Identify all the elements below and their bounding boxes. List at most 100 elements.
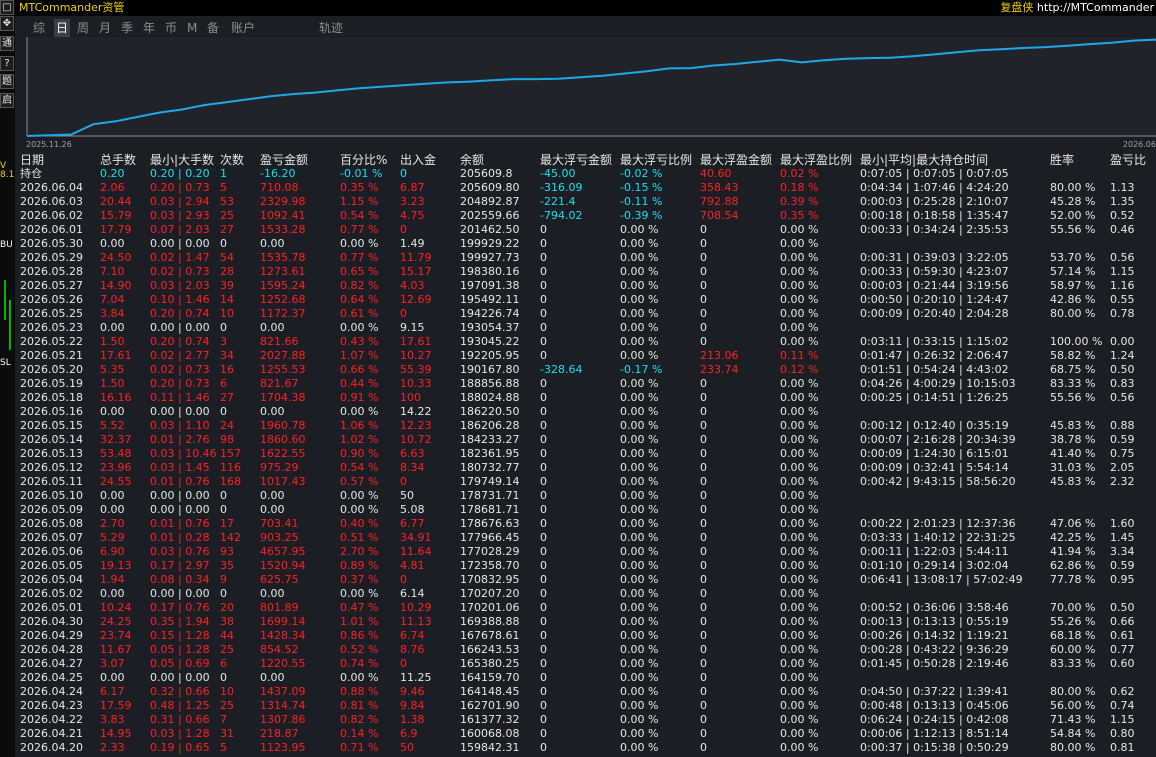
cell-balance: 184233.27 [460,433,520,446]
cell-win: 45.83 % [1050,475,1096,488]
table-row[interactable]: 2026.05.15 5.52 0.03 | 1.10 24 1960.78 1.06 %… [15,419,1156,433]
table-row[interactable]: 2026.05.28 7.10 0.02 | 0.73 28 1273.61 0.65 %… [15,265,1156,279]
table-row[interactable]: 持仓 0.20 0.20 | 0.20 1 -16.20 -0.01 % 0 205609.8… [15,167,1156,181]
table-row[interactable]: 2026.04.21 14.95 0.03 | 1.28 31 218.87 0.14 %… [15,727,1156,741]
tab-9[interactable]: 账户 [231,19,259,37]
help-icon[interactable]: ? [0,56,14,71]
table-row[interactable]: 2026.05.06 6.90 0.03 | 0.76 93 4657.95 2.70 %… [15,545,1156,559]
table-row[interactable]: 2026.05.23 0.00 0.00 | 0.00 0 0.00 0.00 % 9.15… [15,321,1156,335]
column-header[interactable]: 日期 [20,153,44,167]
tab-5[interactable]: 年 [143,19,157,37]
tab-2[interactable]: 周 [77,19,91,37]
cell-pct: 1.15 % [340,195,379,208]
table-row[interactable]: 2026.05.10 0.00 0.00 | 0.00 0 0.00 0.00 % 50 17… [15,489,1156,503]
table-row[interactable]: 2026.04.29 23.74 0.15 | 1.28 44 1428.34 0.86 … [15,629,1156,643]
column-header[interactable]: 盈亏比 [1110,153,1146,167]
move-icon[interactable]: ✥ [0,16,14,31]
table-row[interactable]: 2026.04.25 0.00 0.00 | 0.00 0 0.00 0.00 % 11.2… [15,671,1156,685]
cell-count: 17 [220,517,234,530]
column-header[interactable]: 最小|大手数 [150,153,214,167]
table-row[interactable]: 2026.05.30 0.00 0.00 | 0.00 0 0.00 0.00 % 1.49… [15,237,1156,251]
table-row[interactable]: 2026.05.16 0.00 0.00 | 0.00 0 0.00 0.00 % 14.2… [15,405,1156,419]
table-row[interactable]: 2026.05.12 23.96 0.03 | 1.45 116 975.29 0.54 … [15,461,1156,475]
table-row[interactable]: 2026.06.01 17.79 0.07 | 2.03 27 1533.28 0.77 … [15,223,1156,237]
tool-button-3[interactable]: 启 [0,93,14,108]
column-header[interactable]: 百分比% [340,153,387,167]
column-header[interactable]: 最大浮亏金额 [540,153,612,167]
cell-flow: 11.13 [400,615,432,628]
table-row[interactable]: 2026.05.08 2.70 0.01 | 0.76 17 703.41 0.40 % 6… [15,517,1156,531]
table-row[interactable]: 2026.05.02 0.00 0.00 | 0.00 0 0.00 0.00 % 6.14… [15,587,1156,601]
table-row[interactable]: 2026.05.07 5.29 0.01 | 0.28 142 903.25 0.51 %… [15,531,1156,545]
cell-flow: 0 [400,307,407,320]
table-row[interactable]: 2026.05.01 10.24 0.17 | 0.76 20 801.89 0.47 %… [15,601,1156,615]
cell-lots: 10.24 [100,601,132,614]
cell-fl_amt: 0 [540,531,547,544]
cell-count: 27 [220,391,234,404]
table-row[interactable]: 2026.05.22 1.50 0.20 | 0.74 3 821.66 0.43 % 17… [15,335,1156,349]
table-row[interactable]: 2026.05.26 7.04 0.10 | 1.46 14 1252.68 0.64 %… [15,293,1156,307]
table-row[interactable]: 2026.05.11 24.55 0.01 | 0.76 168 1017.43 0.57… [15,475,1156,489]
column-header[interactable]: 次数 [220,153,244,167]
cell-lots: 24.55 [100,475,132,488]
cell-fp_pct: 0.00 % [780,265,819,278]
cell-pct: -0.01 % [340,167,383,180]
table-row[interactable]: 2026.04.27 3.07 0.05 | 0.69 6 1220.55 0.74 % 0… [15,657,1156,671]
table-row[interactable]: 2026.05.05 19.13 0.17 | 2.97 35 1520.94 0.89 … [15,559,1156,573]
tab-7[interactable]: M [187,19,201,37]
column-header[interactable]: 盈亏金额 [260,153,308,167]
tool-button-1[interactable]: 通 [0,36,14,51]
column-header[interactable]: 最大浮盈比例 [780,153,852,167]
cell-balance: 164148.45 [460,685,520,698]
column-header[interactable]: 余额 [460,153,484,167]
column-header[interactable]: 最大浮盈金额 [700,153,772,167]
table-row[interactable]: 2026.06.02 15.79 0.03 | 2.93 25 1092.41 0.54 … [15,209,1156,223]
table-row[interactable]: 2026.05.04 1.94 0.08 | 0.34 9 625.75 0.37 % 0 1… [15,573,1156,587]
brand-url[interactable]: http://MTCommander [1037,1,1154,14]
table-row[interactable]: 2026.06.04 2.06 0.20 | 0.73 5 710.08 0.35 % 6.… [15,181,1156,195]
tab-0[interactable]: 综 [33,19,47,37]
table-row[interactable]: 2026.05.09 0.00 0.00 | 0.00 0 0.00 0.00 % 5.08… [15,503,1156,517]
cell-hold: 0:00:09 | 0:32:41 | 5:54:14 [860,461,1009,474]
tab-3[interactable]: 月 [99,19,113,37]
cell-pct: 1.01 % [340,615,379,628]
table-row[interactable]: 2026.04.24 6.17 0.32 | 0.66 10 1437.09 0.88 %… [15,685,1156,699]
tab-6[interactable]: 币 [165,19,179,37]
cell-count: 38 [220,615,234,628]
column-header[interactable]: 最小|平均|最大持仓时间 [860,153,988,167]
cell-fp_amt: 0 [700,223,707,236]
column-header[interactable]: 总手数 [100,153,136,167]
table-row[interactable]: 2026.04.30 24.25 0.35 | 1.94 38 1699.14 1.01 … [15,615,1156,629]
cell-fl_amt: 0 [540,335,547,348]
column-header[interactable]: 胜率 [1050,153,1074,167]
table-row[interactable]: 2026.05.19 1.50 0.20 | 0.73 6 821.67 0.44 % 10… [15,377,1156,391]
table-row[interactable]: 2026.06.03 20.44 0.03 | 2.94 53 2329.98 1.15 … [15,195,1156,209]
tab-10[interactable]: 轨迹 [319,19,347,37]
tab-4[interactable]: 季 [121,19,135,37]
column-header[interactable]: 最大浮亏比例 [620,153,692,167]
tab-8[interactable]: 备 [207,19,221,37]
table-row[interactable]: 2026.04.23 17.59 0.48 | 1.25 25 1314.74 0.81 … [15,699,1156,713]
table-row[interactable]: 2026.05.13 53.48 0.03 | 10.46 157 1622.55 0.9… [15,447,1156,461]
table-row[interactable]: 2026.04.22 3.83 0.31 | 0.66 7 1307.86 0.82 % 1… [15,713,1156,727]
table-row[interactable]: 2026.05.21 17.61 0.02 | 2.77 34 2027.88 1.07 … [15,349,1156,363]
cell-pnl: 1699.14 [260,615,306,628]
table-row[interactable]: 2026.04.20 2.33 0.19 | 0.65 5 1123.95 0.71 % 5… [15,741,1156,755]
tab-1[interactable]: 日 [54,19,70,37]
cell-fl_pct: 0.00 % [620,489,659,502]
cell-pct: 0.40 % [340,517,379,530]
cell-lots: 0.00 [100,405,125,418]
column-header[interactable]: 出入金 [400,153,436,167]
table-row[interactable]: 2026.05.20 5.35 0.02 | 0.73 16 1255.53 0.66 %… [15,363,1156,377]
window-icon[interactable]: □ [0,0,14,15]
table-row[interactable]: 2026.05.29 24.50 0.02 | 1.47 54 1535.78 0.77 … [15,251,1156,265]
cell-fp_pct: 0.00 % [780,741,819,754]
table-row[interactable]: 2026.05.18 16.16 0.11 | 1.46 27 1704.38 0.91 … [15,391,1156,405]
brand[interactable]: 复盘侠 http://MTCommander [1000,0,1154,15]
cell-lots: 17.59 [100,699,132,712]
table-row[interactable]: 2026.05.27 14.90 0.03 | 2.03 39 1595.24 0.82 … [15,279,1156,293]
tool-button-2[interactable]: 题 [0,74,14,89]
table-row[interactable]: 2026.04.28 11.67 0.05 | 1.28 25 854.52 0.52 %… [15,643,1156,657]
table-row[interactable]: 2026.05.14 32.37 0.01 | 2.76 98 1860.60 1.02 … [15,433,1156,447]
table-row[interactable]: 2026.05.25 3.84 0.20 | 0.74 10 1172.37 0.61 %… [15,307,1156,321]
